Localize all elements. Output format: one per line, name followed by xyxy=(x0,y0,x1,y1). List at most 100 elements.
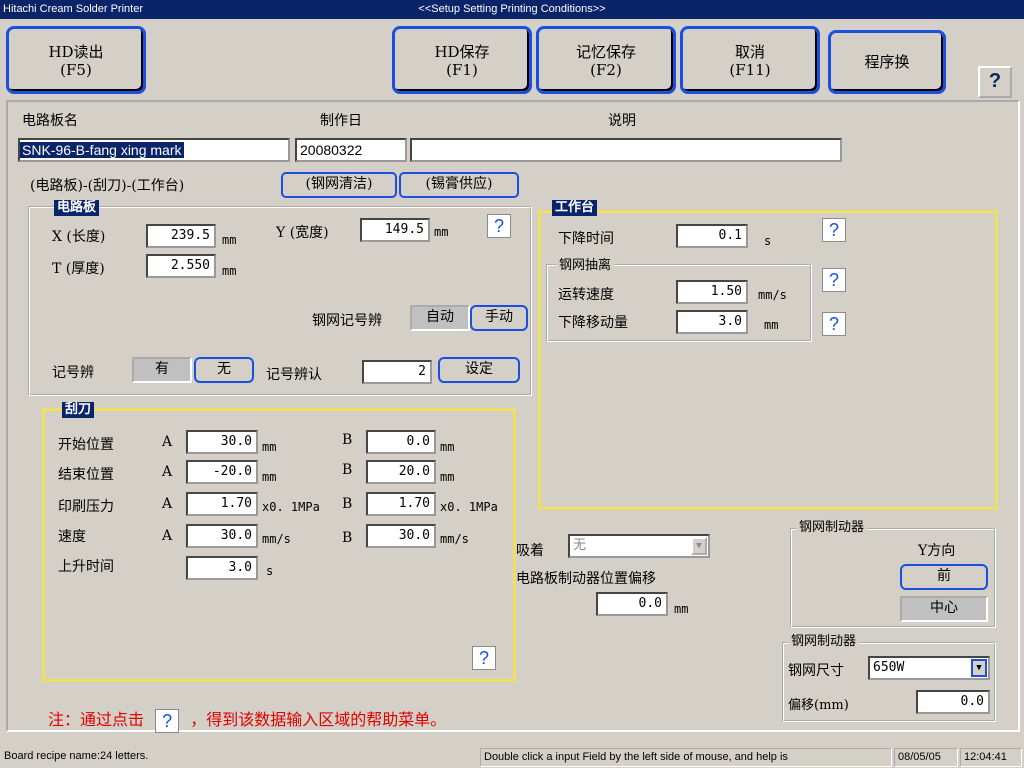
stencil-mark-label: 钢网记号辨 xyxy=(312,313,382,329)
hd-save-button[interactable]: HD保存 (F1) xyxy=(392,26,532,94)
stopper-front-button[interactable]: 前 xyxy=(900,564,988,590)
x-unit: mm xyxy=(222,233,237,247)
start-a-unit: mm xyxy=(262,440,277,454)
b-label: B xyxy=(342,432,353,448)
start-a-input[interactable]: 30.0 xyxy=(186,430,258,454)
stencil-size-chevron-down-icon[interactable]: ▼ xyxy=(971,659,987,677)
a-label: A xyxy=(162,464,173,480)
t-thickness-input[interactable]: 2.550 xyxy=(146,254,216,278)
mark-recognition-label: 记号辨认 xyxy=(266,367,322,383)
table-group xyxy=(538,210,998,510)
table-group-title: 工作台 xyxy=(552,200,598,216)
board-name-field[interactable]: SNK-96-B-fang xing mark xyxy=(18,138,290,162)
window-title: <<Setup Setting Printing Conditions>> xyxy=(418,3,606,15)
b-label: B xyxy=(342,530,353,546)
title-bar: Hitachi Cream Solder Printer <<Setup Set… xyxy=(0,0,1024,19)
stencil-size-label: 钢网尺寸 xyxy=(788,663,844,679)
squeegee-row-label: 速度 xyxy=(58,529,86,545)
cancel-label: 取消 xyxy=(734,43,765,61)
stopper-center-button[interactable]: 中心 xyxy=(900,596,988,622)
board-stopper-offset-input[interactable]: 0.0 xyxy=(596,592,668,616)
end-a-input[interactable]: -20.0 xyxy=(186,460,258,484)
memory-save-label: 记忆保存 xyxy=(575,43,636,61)
start-b-unit: mm xyxy=(440,440,455,454)
stencil-size-dropdown[interactable]: 650W ▼ xyxy=(868,656,990,680)
status-time: 12:04:41 xyxy=(960,748,1022,767)
pressure-a-unit: x0. 1MPa xyxy=(262,500,320,514)
separation-group-title: 钢网抽离 xyxy=(556,258,615,274)
end-b-input[interactable]: 20.0 xyxy=(366,460,436,484)
program-switch-label: 程序换 xyxy=(864,53,910,71)
hd-read-button[interactable]: HD读出 (F5) xyxy=(6,26,146,94)
date-field[interactable]: 20080322 xyxy=(295,138,407,162)
down-move-unit: mm xyxy=(764,318,779,332)
cancel-key: (F11) xyxy=(729,61,771,79)
start-b-input[interactable]: 0.0 xyxy=(366,430,436,454)
description-field[interactable] xyxy=(410,138,842,162)
a-label: A xyxy=(162,496,173,512)
a-label: A xyxy=(162,528,173,544)
memory-save-button[interactable]: 记忆保存 (F2) xyxy=(536,26,676,94)
note-help-icon: ? xyxy=(155,708,180,733)
end-a-unit: mm xyxy=(262,470,277,484)
down-time-input[interactable]: 0.1 xyxy=(676,224,748,248)
a-label: A xyxy=(162,434,173,450)
tab-stencil-cleaning[interactable]: (钢网清洁) xyxy=(281,172,397,198)
program-switch-button[interactable]: 程序换 xyxy=(828,30,946,94)
down-move-help-icon[interactable]: ? xyxy=(822,312,846,336)
y-width-input[interactable]: 149.5 xyxy=(360,218,430,242)
pressure-a-input[interactable]: 1.70 xyxy=(186,492,258,516)
b-label: B xyxy=(342,496,353,512)
suction-value: 无 xyxy=(573,538,587,553)
x-length-input[interactable]: 239.5 xyxy=(146,224,216,248)
separation-speed-help-icon[interactable]: ? xyxy=(822,268,846,292)
speed-b-input[interactable]: 30.0 xyxy=(366,524,436,548)
memory-save-key: (F2) xyxy=(590,61,622,79)
mark-label: 记号辨 xyxy=(52,365,94,381)
squeegee-help-icon[interactable]: ? xyxy=(472,646,496,670)
board-name-label: 电路板名 xyxy=(22,113,78,129)
y-width-label: Y (宽度) xyxy=(276,225,329,241)
speed-a-unit: mm/s xyxy=(262,532,291,546)
pressure-b-unit: x0. 1MPa xyxy=(440,500,498,514)
board-name-value: SNK-96-B-fang xing mark xyxy=(20,142,184,158)
help-note-prefix: 注：通过点击 xyxy=(48,710,145,729)
squeegee-row-label: 开始位置 xyxy=(58,437,114,453)
cancel-button[interactable]: 取消 (F11) xyxy=(680,26,820,94)
x-length-label: X (长度) xyxy=(52,229,106,245)
hd-read-label: HD读出 xyxy=(48,43,104,61)
stencil-mark-manual-button[interactable]: 手动 xyxy=(470,305,528,331)
t-unit: mm xyxy=(222,264,237,278)
mark-no-button[interactable]: 无 xyxy=(194,357,254,383)
down-move-label: 下降移动量 xyxy=(558,315,628,331)
table-help-icon[interactable]: ? xyxy=(822,218,846,242)
separation-speed-label: 运转速度 xyxy=(558,287,614,303)
squeegee-row-label: 结束位置 xyxy=(58,467,114,483)
mark-recognition-input[interactable]: 2 xyxy=(362,360,432,384)
stencil-offset-input[interactable]: 0.0 xyxy=(916,690,990,714)
y-unit: mm xyxy=(434,225,449,239)
board-help-icon[interactable]: ? xyxy=(487,214,511,238)
set-button[interactable]: 设定 xyxy=(438,357,520,383)
suction-dropdown[interactable]: 无 ▼ xyxy=(568,534,710,558)
stencil-size-group-title: 钢网制动器 xyxy=(788,634,860,650)
down-time-unit: s xyxy=(764,234,772,248)
status-date: 08/05/05 xyxy=(894,748,958,767)
stencil-mark-auto-button[interactable]: 自动 xyxy=(410,305,470,331)
speed-a-input[interactable]: 30.0 xyxy=(186,524,258,548)
rise-time-input[interactable]: 3.0 xyxy=(186,556,258,580)
tab-board-squeegee-table[interactable]: (电路板)-(刮刀)-(工作台) xyxy=(30,175,184,195)
help-icon[interactable]: ? xyxy=(978,66,1012,98)
down-move-input[interactable]: 3.0 xyxy=(676,310,748,334)
mark-yes-button[interactable]: 有 xyxy=(132,357,192,383)
separation-speed-input[interactable]: 1.50 xyxy=(676,280,748,304)
status-message: Double click a input Field by the left s… xyxy=(480,748,892,767)
board-stopper-offset-unit: mm xyxy=(674,602,689,616)
down-time-label: 下降时间 xyxy=(558,231,614,247)
suction-chevron-down-icon[interactable]: ▼ xyxy=(691,537,707,555)
tab-solder-supply[interactable]: (锡膏供应) xyxy=(399,172,519,198)
pressure-b-input[interactable]: 1.70 xyxy=(366,492,436,516)
end-b-unit: mm xyxy=(440,470,455,484)
speed-b-unit: mm/s xyxy=(440,532,469,546)
separation-speed-unit: mm/s xyxy=(758,288,787,302)
